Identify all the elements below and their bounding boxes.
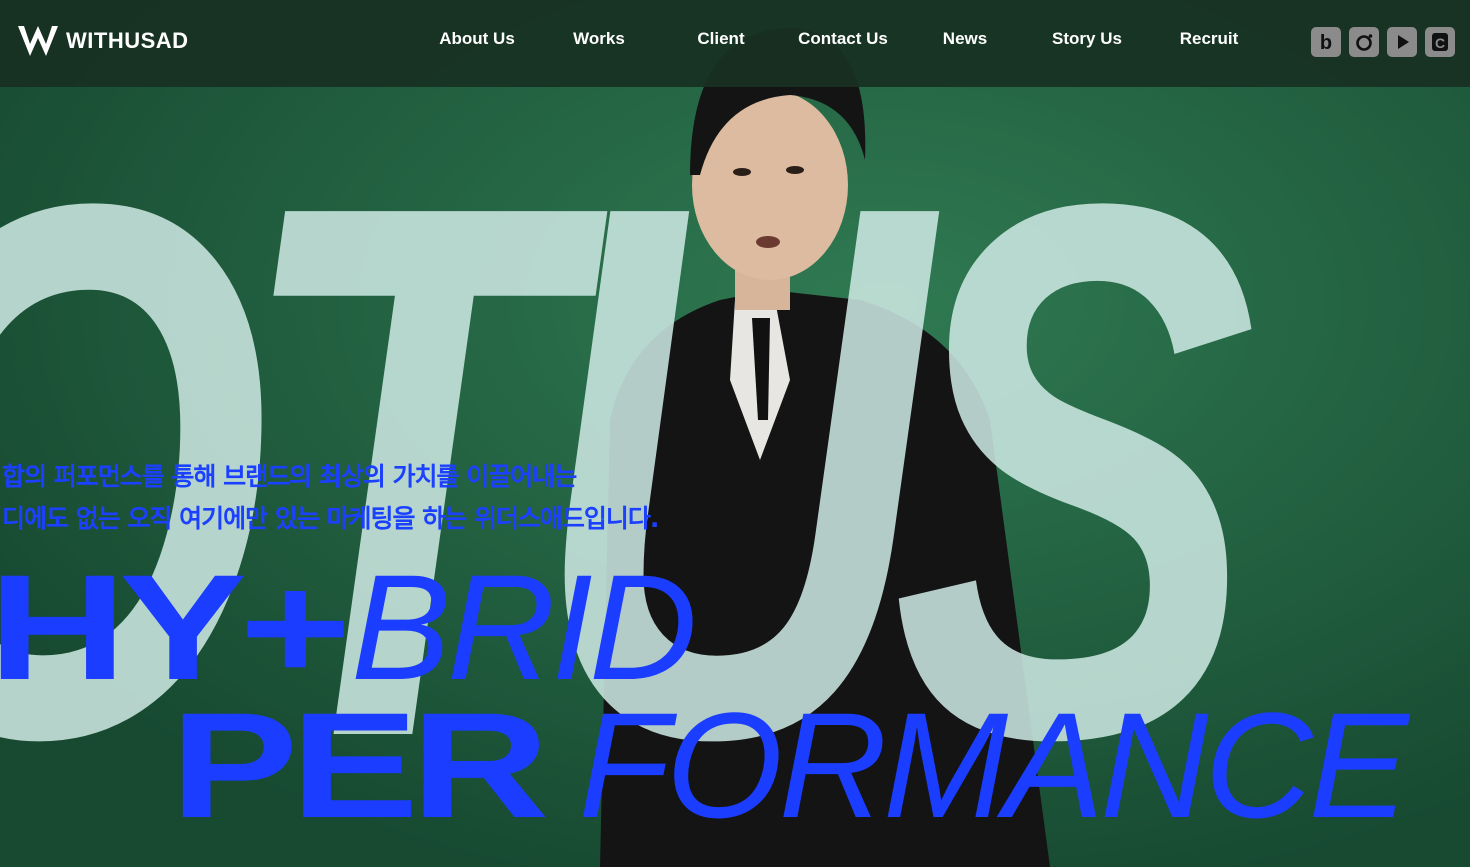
slogan-per-bold: PER — [170, 681, 549, 849]
youtube-link-button[interactable] — [1387, 27, 1417, 57]
slogan-brid-thin: BRID — [350, 543, 697, 711]
logo[interactable]: WITHUSAD — [16, 24, 189, 58]
tagline-line-2: 디에도 없는 오직 여기에만 있는 마케팅을 하는 위더스애드입니다. — [2, 504, 659, 533]
nav-about-us[interactable]: About Us — [439, 29, 515, 49]
slogan-formance-thin: FORMANCE — [578, 681, 1408, 849]
blog-b-icon: b — [1320, 32, 1332, 53]
blog-link-button[interactable]: b — [1311, 27, 1341, 57]
instagram-link-button[interactable] — [1349, 27, 1379, 57]
svg-text:C: C — [1435, 35, 1445, 51]
social-links: b C — [1311, 27, 1455, 57]
nav-news[interactable]: News — [943, 29, 987, 49]
site-header: WITHUSAD About Us Works Client Contact U… — [0, 0, 1470, 87]
youtube-icon — [1398, 35, 1409, 49]
nav-story-us[interactable]: Story Us — [1052, 29, 1122, 49]
page: OTUS WITHUSAD About Us Works Client Cont… — [0, 0, 1470, 867]
slogan-hybrid: HY+BRID — [0, 543, 697, 711]
nav-works[interactable]: Works — [573, 29, 625, 49]
tagline-line-1: 합의 퍼포먼스를 통해 브랜드의 최상의 가치를 이끌어내는 — [2, 462, 577, 491]
instagram-icon — [1356, 34, 1373, 51]
svg-text:b: b — [1320, 32, 1332, 53]
withusad-logo-icon — [18, 26, 58, 56]
slogan-performance: PER FORMANCE — [170, 681, 1409, 849]
brunch-icon: C — [1432, 33, 1448, 51]
nav-recruit[interactable]: Recruit — [1180, 29, 1239, 49]
slogan-hy-bold: HY+ — [0, 543, 351, 711]
nav-client[interactable]: Client — [697, 29, 744, 49]
hero-tagline: 합의 퍼포먼스를 통해 브랜드의 최상의 가치를 이끌어내는 디에도 없는 오직… — [2, 456, 659, 540]
nav-contact-us[interactable]: Contact Us — [798, 29, 888, 49]
brunch-link-button[interactable]: C — [1425, 27, 1455, 57]
logo-text: WITHUSAD — [66, 28, 189, 53]
